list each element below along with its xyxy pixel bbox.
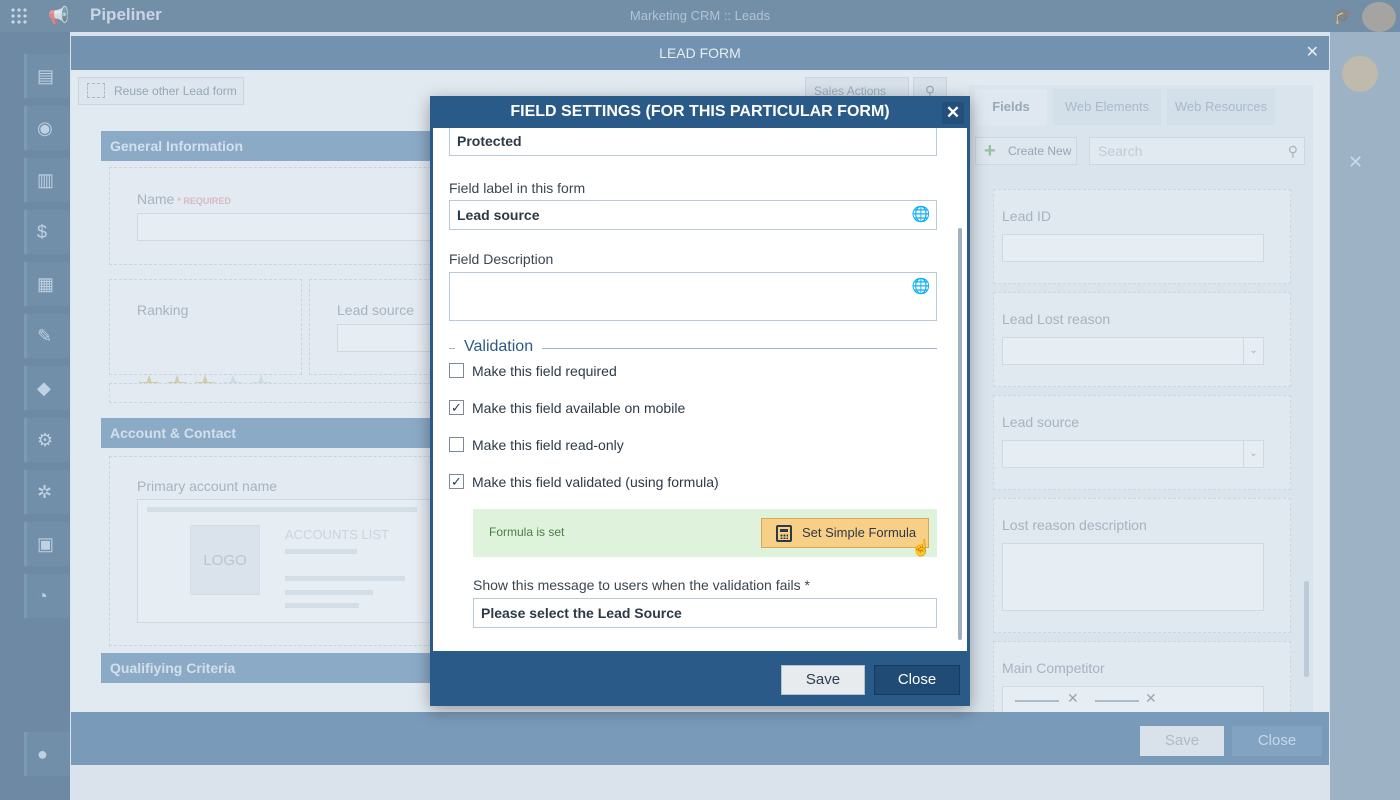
field-label-value: Lead source: [457, 207, 540, 223]
modal-header: FIELD SETTINGS (FOR THIS PARTICULAR FORM…: [430, 96, 970, 128]
protected-field[interactable]: Protected: [449, 128, 937, 156]
set-simple-formula-button[interactable]: Set Simple Formula: [761, 518, 929, 548]
translate-icon[interactable]: 🌐: [910, 205, 932, 225]
set-simple-formula-label: Set Simple Formula: [802, 525, 917, 540]
mobile-checkbox[interactable]: ✓: [449, 400, 464, 415]
required-checkbox[interactable]: [449, 363, 464, 378]
modal-close-icon[interactable]: ✕: [942, 102, 964, 124]
formula-status-text: Formula is set: [489, 525, 565, 539]
translate-icon[interactable]: 🌐: [910, 277, 932, 297]
divider: [449, 348, 455, 349]
field-description-textarea[interactable]: 🌐: [449, 272, 937, 321]
mobile-checkbox-label: Make this field available on mobile: [472, 400, 686, 416]
field-settings-modal: FIELD SETTINGS (FOR THIS PARTICULAR FORM…: [430, 96, 970, 706]
formula-checkbox-label: Make this field validated (using formula…: [472, 474, 719, 490]
validation-title: Validation: [464, 338, 534, 355]
validation-message-caption: Show this message to users when the vali…: [473, 577, 810, 593]
divider: [542, 348, 937, 349]
field-label-caption: Field label in this form: [449, 180, 586, 196]
validation-message-input[interactable]: Please select the Lead Source: [473, 598, 937, 628]
required-checkbox-label: Make this field required: [472, 363, 617, 379]
modal-body: Protected Field label in this form Lead …: [433, 128, 967, 651]
readonly-checkbox-label: Make this field read-only: [472, 437, 624, 453]
calculator-icon: [776, 525, 792, 542]
formula-checkbox[interactable]: ✓: [449, 474, 464, 489]
readonly-checkbox[interactable]: [449, 437, 464, 452]
formula-status-box: Formula is set Set Simple Formula: [473, 509, 937, 557]
field-description-caption: Field Description: [449, 251, 554, 267]
modal-footer: Save Close: [430, 651, 970, 706]
validation-legend: Validation: [449, 338, 937, 356]
modal-save-button[interactable]: Save: [781, 665, 865, 695]
modal-scrollbar[interactable]: [958, 228, 962, 640]
modal-close-button[interactable]: Close: [874, 665, 960, 695]
field-label-input[interactable]: Lead source 🌐: [449, 200, 937, 230]
modal-title: FIELD SETTINGS (FOR THIS PARTICULAR FORM…: [510, 103, 890, 120]
hand-cursor-icon: ☝: [911, 540, 931, 557]
